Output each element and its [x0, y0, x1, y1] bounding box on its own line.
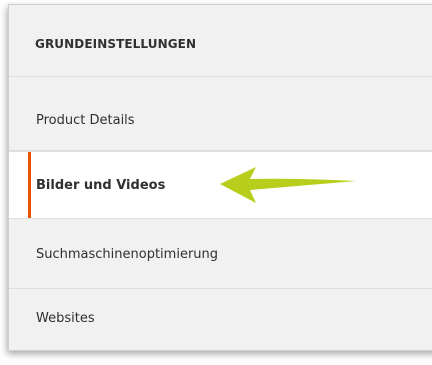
section-title: GRUNDEINSTELLUNGEN [35, 37, 197, 51]
section-header[interactable]: GRUNDEINSTELLUNGEN [9, 5, 432, 77]
nav-item-label: Product Details [36, 113, 135, 128]
nav-item-suchmaschinenoptimierung[interactable]: Suchmaschinenoptimierung [9, 219, 432, 289]
nav-item-websites[interactable]: Websites [9, 289, 432, 350]
nav-item-label: Suchmaschinenoptimierung [36, 247, 219, 262]
nav-item-label: Websites [36, 311, 95, 326]
nav-item-label: Bilder und Videos [36, 178, 166, 193]
nav-item-product-details[interactable]: Product Details [9, 77, 432, 151]
pointer-arrow-icon [220, 167, 356, 203]
active-indicator [28, 152, 31, 218]
